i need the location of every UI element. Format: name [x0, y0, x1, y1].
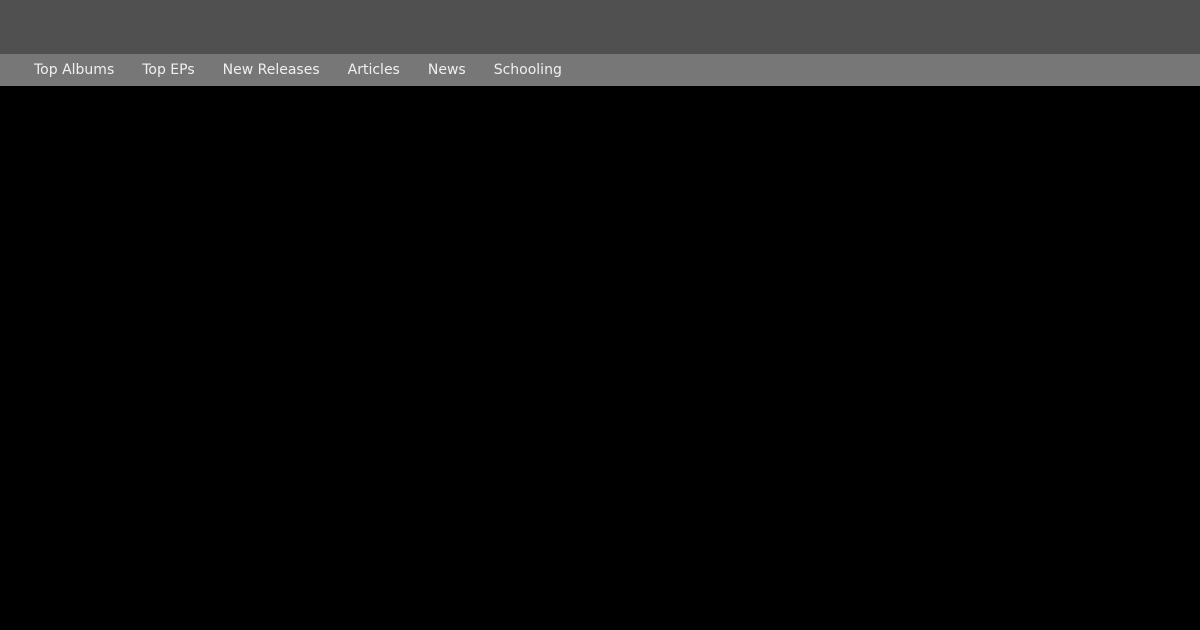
header-bar: [0, 0, 1200, 54]
nav-item-schooling[interactable]: Schooling: [480, 54, 576, 86]
nav-item-top-eps[interactable]: Top EPs: [128, 54, 208, 86]
nav-item-top-albums[interactable]: Top Albums: [20, 54, 128, 86]
nav-item-articles[interactable]: Articles: [334, 54, 414, 86]
main-nav: Top Albums Top EPs New Releases Articles…: [0, 54, 1200, 86]
nav-item-news[interactable]: News: [414, 54, 480, 86]
main-content: [0, 86, 1200, 630]
nav-item-new-releases[interactable]: New Releases: [209, 54, 334, 86]
